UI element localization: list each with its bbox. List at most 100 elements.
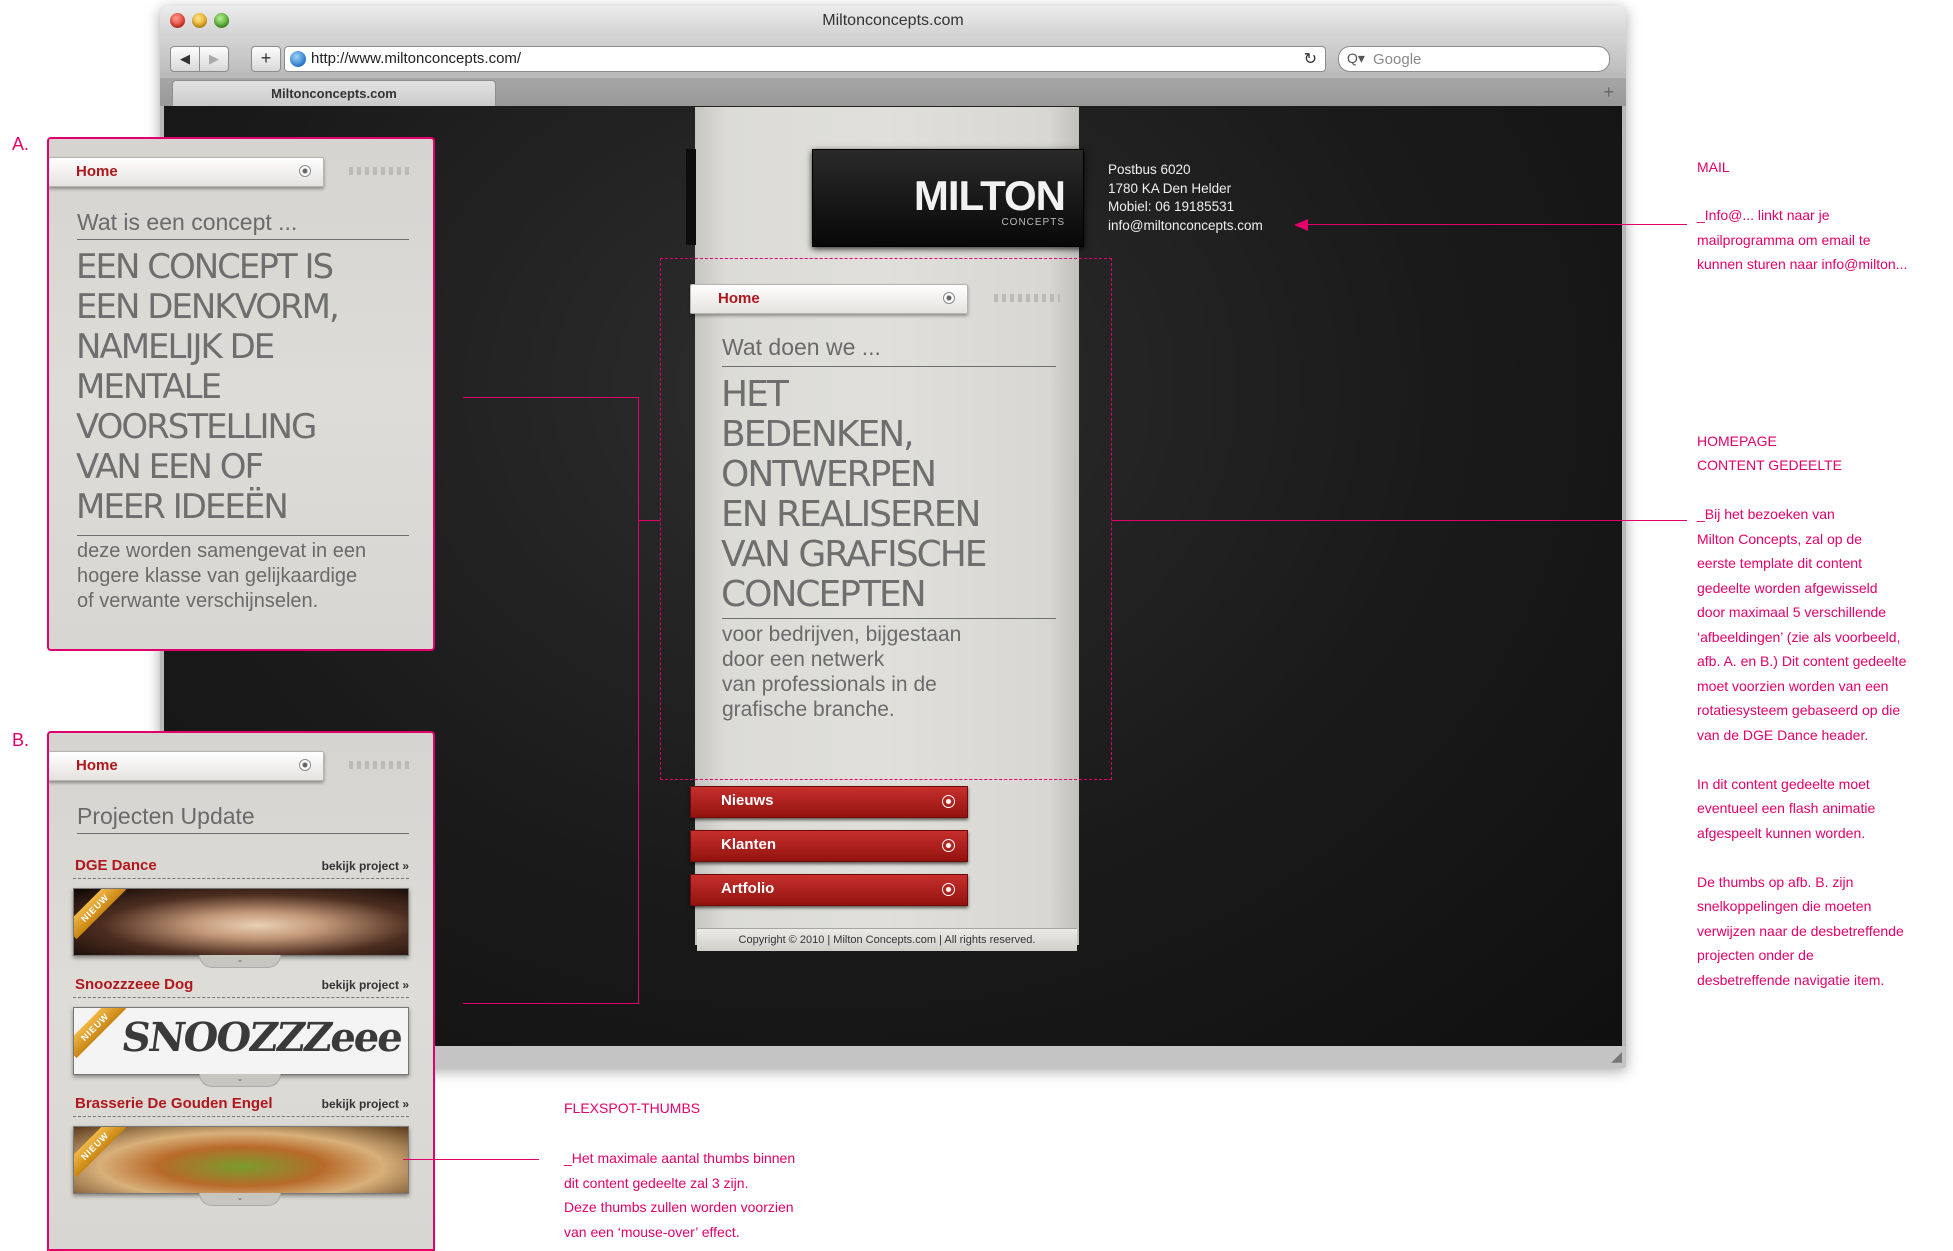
project-divider	[73, 878, 409, 879]
view-project-link[interactable]: bekijk project »	[322, 1097, 409, 1111]
logo-subtitle: CONCEPTS	[1001, 217, 1065, 228]
window-title: Miltonconcepts.com	[822, 12, 964, 29]
chevron-down-icon: ⌄	[199, 955, 281, 968]
back-button[interactable]: ◀	[170, 46, 200, 72]
note-line: ‘afbeeldingen’ (zie als voorbeeld,	[1697, 628, 1901, 645]
heading-divider	[722, 366, 1056, 367]
plus-icon: +	[260, 48, 272, 68]
home-tab[interactable]: Home	[690, 284, 968, 314]
project-divider	[73, 997, 409, 998]
note-line: desbetreffende navigatie item.	[1697, 971, 1885, 988]
note-line: afb. A. en B.) Dit content gedeelte	[1697, 653, 1907, 669]
logo-shadow	[686, 149, 696, 245]
reload-icon[interactable]: ↻	[1304, 49, 1317, 69]
note-title-line: CONTENT GEDEELTE	[1697, 457, 1842, 473]
logo-wordmark: MILTON	[913, 172, 1066, 219]
body-line: van professionals in de	[722, 673, 937, 696]
title-bar: Miltonconcepts.com	[160, 6, 1626, 36]
headline-line: EEN CONCEPT IS	[76, 247, 334, 287]
thumb-logo-text: SNOOZZZeee	[118, 1014, 405, 1061]
nav-nieuws-button[interactable]: Nieuws	[690, 786, 968, 818]
url-text: http://www.miltonconcepts.com/	[311, 50, 522, 67]
search-input[interactable]: Q▾ Google	[1338, 46, 1610, 72]
connector-line	[463, 1003, 639, 1004]
note-line: verwijzen naar de desbetreffende	[1697, 922, 1904, 939]
new-tab-icon[interactable]: +	[1603, 82, 1614, 103]
home-tab[interactable]: Home	[49, 751, 324, 781]
project-title-dge-dance[interactable]: DGE Dance	[75, 857, 157, 874]
nav-button-label: Artfolio	[721, 880, 775, 897]
back-arrow-icon: ◀	[180, 51, 190, 66]
note-line: _Het maximale aantal thumbs binnen	[564, 1150, 796, 1166]
new-badge-label: NIEUW	[74, 1008, 126, 1059]
project-thumb-gouden-engel[interactable]: NIEUW	[73, 1126, 409, 1194]
headline-line: EEN DENKVORM,	[76, 287, 340, 327]
body-line: hogere klasse van gelijkaardige	[77, 565, 358, 587]
card-a-body: deze worden samengevat in een hogere kla…	[77, 539, 366, 614]
heading-divider	[77, 239, 409, 240]
zoom-card-b: Home Projecten Update DGE Dance bekijk p…	[47, 731, 435, 1251]
flexspot-pointer-line	[403, 1159, 539, 1160]
contact-email-link[interactable]: info@miltonconcepts.com	[1108, 217, 1263, 236]
forward-button[interactable]: ▶	[199, 46, 229, 72]
note-line: moet voorzien worden van een	[1697, 677, 1889, 694]
add-bookmark-button[interactable]: +	[251, 46, 281, 72]
note-line: snelkoppelingen die moeten	[1697, 898, 1872, 914]
circle-icon	[942, 839, 955, 852]
mail-pointer-line	[1306, 224, 1687, 225]
new-badge: NIEUW	[74, 889, 126, 941]
note-line: van een ‘mouse-over’ effect.	[564, 1223, 740, 1240]
note-line: _Bij het bezoeken van	[1697, 506, 1835, 522]
view-project-link[interactable]: bekijk project »	[322, 859, 409, 873]
chevron-down-icon: ⌄	[199, 1074, 281, 1087]
contact-phone: Mobiel: 06 19185531	[1108, 199, 1235, 214]
flexspot-note-title: FLEXSPOT-THUMBS	[564, 1100, 701, 1116]
flexspot-note: _Het maximale aantal thumbs binnen dit c…	[564, 1146, 795, 1244]
nav-artfolio-button[interactable]: Artfolio	[690, 874, 968, 906]
address-bar[interactable]: http://www.miltonconcepts.com/ ↻	[284, 46, 1326, 72]
contact-postbus: Postbus 6020	[1108, 162, 1191, 177]
project-title-gouden-engel[interactable]: Brasserie De Gouden Engel	[75, 1095, 273, 1112]
content-headline: HET BEDENKEN, ONTWERPEN EN REALISEREN VA…	[721, 375, 988, 615]
home-tab-label: Home	[76, 757, 118, 774]
note-line: eventueel een flash animatie	[1697, 800, 1876, 816]
project-title-snoozzzeee-dog[interactable]: Snoozzzeee Dog	[75, 976, 193, 993]
new-badge-label: NIEUW	[74, 1127, 126, 1178]
project-divider	[73, 1116, 409, 1117]
rotation-indicator	[349, 761, 411, 769]
note-line: kunnen sturen naar info@milton...	[1697, 256, 1908, 272]
milton-logo[interactable]: MILTON CONCEPTS	[812, 149, 1084, 247]
home-tab-label: Home	[76, 163, 118, 180]
body-line: voor bedrijven, bijgestaan	[722, 623, 962, 646]
body-line: of verwante verschijnselen.	[77, 590, 319, 612]
new-badge-label: NIEUW	[74, 889, 126, 940]
browser-toolbar: ◀ ▶ + http://www.miltonconcepts.com/ ↻ Q…	[160, 36, 1626, 78]
card-b-letter: B.	[12, 730, 30, 750]
globe-icon	[290, 51, 306, 67]
note-line: mailprogramma om email te	[1697, 231, 1871, 248]
new-badge: NIEUW	[74, 1127, 126, 1179]
content-heading: Wat doen we ...	[722, 334, 881, 360]
card-a-headline: EEN CONCEPT IS EEN DENKVORM, NAMELIJK DE…	[76, 247, 340, 527]
project-thumb-dge-dance[interactable]: NIEUW	[73, 888, 409, 956]
nav-klanten-button[interactable]: Klanten	[690, 830, 968, 862]
search-icon: Q▾	[1347, 50, 1365, 66]
note-title-line: HOMEPAGE	[1697, 433, 1777, 449]
view-project-link[interactable]: bekijk project »	[322, 978, 409, 992]
tab-miltonconcepts[interactable]: Miltonconcepts.com	[172, 80, 496, 107]
resize-grip-icon[interactable]: ◢	[1611, 1048, 1622, 1065]
headline-divider	[722, 618, 1056, 619]
circle-icon	[943, 292, 955, 304]
note-line: projecten onder de	[1697, 947, 1814, 963]
headline-line: VAN GRAFISCHE	[721, 534, 988, 575]
home-tab-label: Home	[718, 290, 760, 307]
note-line: eerste template dit content	[1697, 555, 1862, 571]
body-line: door een netwerk	[722, 648, 885, 671]
contact-info: Postbus 6020 1780 KA Den Helder Mobiel: …	[1108, 161, 1263, 235]
home-tab[interactable]: Home	[49, 157, 324, 187]
arrow-icon	[1294, 219, 1308, 231]
project-thumb-snoozzzeee-dog[interactable]: SNOOZZZeee NIEUW	[73, 1007, 409, 1075]
card-a-heading: Wat is een concept ...	[77, 209, 298, 235]
homepage-note-title: HOMEPAGE CONTENT GEDEELTE	[1697, 429, 1842, 477]
homepage-pointer-line	[1112, 520, 1687, 521]
